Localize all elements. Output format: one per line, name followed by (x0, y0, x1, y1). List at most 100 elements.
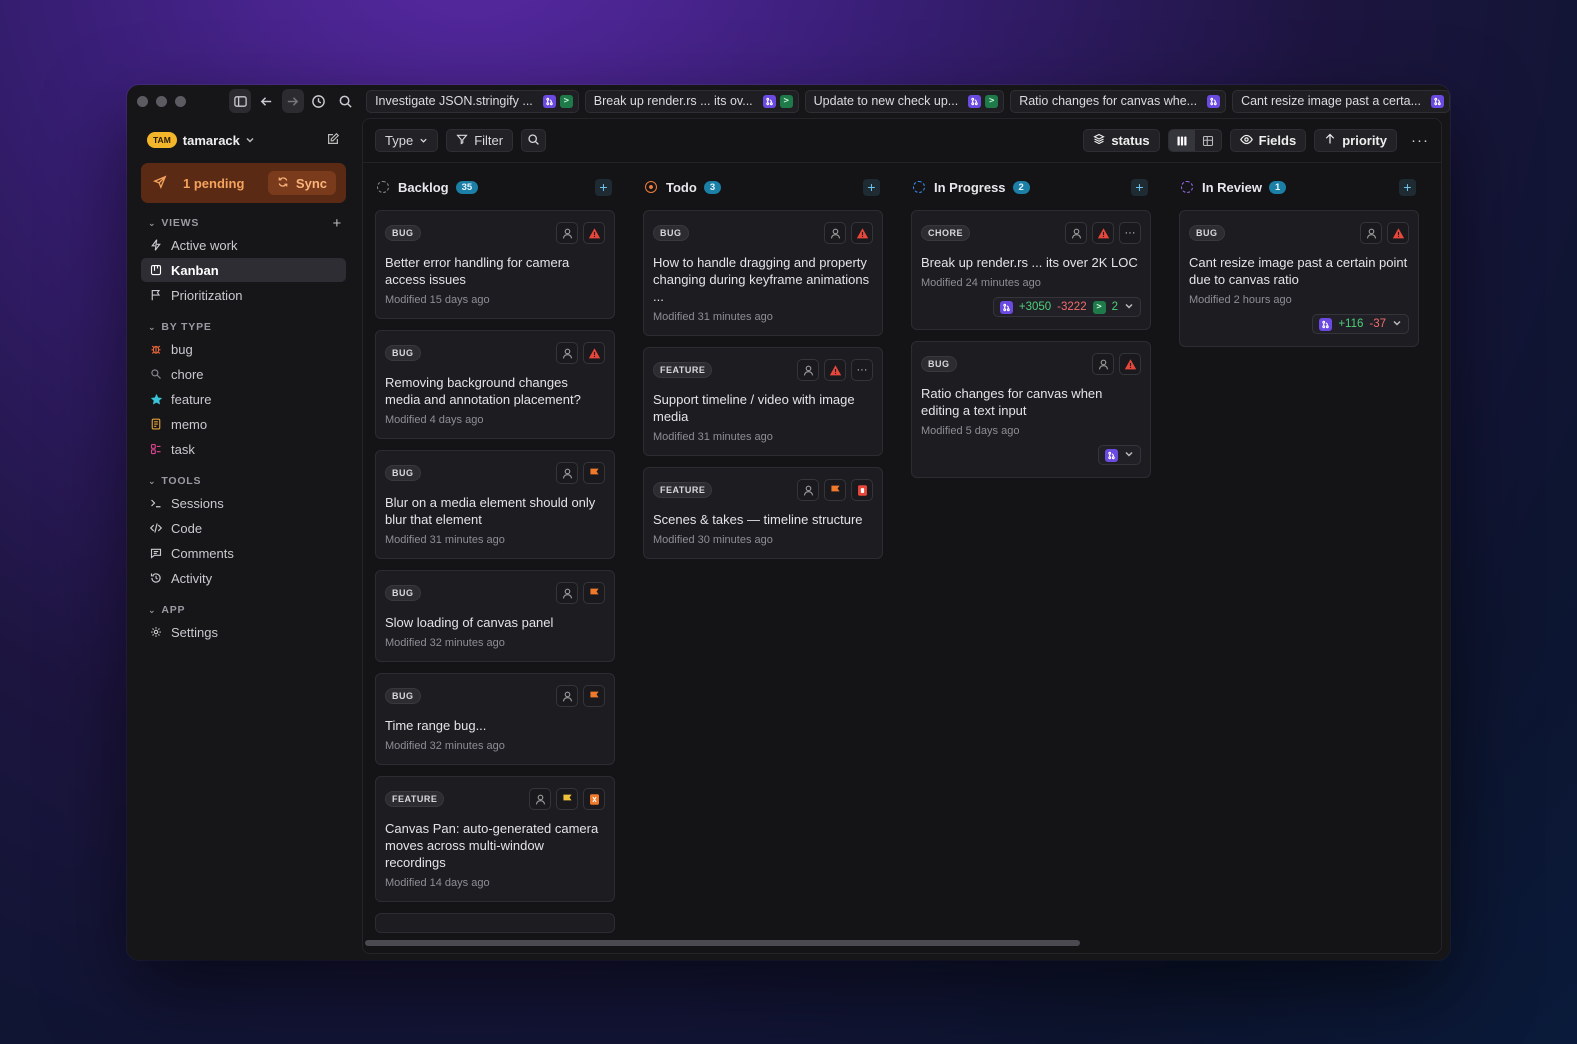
issue-card[interactable]: BUG Removing background changes media and… (375, 330, 615, 439)
pr-status-pill[interactable]: +116 -37 (1312, 314, 1409, 334)
app-section-header[interactable]: ⌄ APP (141, 601, 346, 619)
sidebar-toggle-icon[interactable] (229, 89, 252, 113)
back-arrow-icon[interactable] (255, 89, 277, 113)
priority-urgent-icon[interactable] (583, 342, 605, 364)
add-view-icon[interactable]: + (332, 215, 342, 232)
history-icon[interactable] (308, 89, 330, 113)
sort-priority-button[interactable]: priority (1314, 129, 1397, 152)
type-dropdown[interactable]: Type (375, 129, 439, 152)
assignee-icon[interactable] (824, 222, 846, 244)
minimize-window-button[interactable] (156, 95, 167, 107)
workspace-switcher[interactable]: TAM tamarack (141, 117, 346, 163)
priority-urgent-icon[interactable] (583, 222, 605, 244)
tab-3[interactable]: Update to new check up... > (804, 89, 1005, 113)
kanban-icon (149, 264, 163, 276)
add-card-button[interactable]: + (863, 178, 880, 196)
issue-card[interactable]: FEATURE Scenes & takes — timeline structu… (643, 467, 883, 559)
sidebar-item-task[interactable]: task (141, 437, 346, 461)
compose-icon[interactable] (326, 132, 340, 149)
pr-status-pill[interactable] (1098, 445, 1141, 465)
issue-card[interactable]: BUG Cant resize image past a certain poin… (1179, 210, 1419, 347)
sidebar-item-activity[interactable]: Activity (141, 566, 346, 590)
issue-card[interactable]: FEATURE Canvas Pan: auto-generated camera… (375, 776, 615, 902)
assignee-icon[interactable] (1360, 222, 1382, 244)
grid-view-icon[interactable] (1195, 130, 1221, 151)
tab-1[interactable]: Investigate JSON.stringify ... > (366, 89, 579, 113)
tab-4[interactable]: Ratio changes for canvas whe... (1010, 89, 1227, 113)
issue-card[interactable]: BUG Time range bug... Modified 32 minutes … (375, 673, 615, 765)
status-flag-icon[interactable] (583, 788, 605, 810)
filter-button[interactable]: Filter (446, 129, 514, 152)
fields-button[interactable]: Fields (1229, 129, 1307, 152)
assignee-icon[interactable] (797, 359, 819, 381)
card-modified: Modified 14 days ago (385, 877, 490, 889)
sync-button[interactable]: Sync (267, 171, 336, 195)
issue-card[interactable]: BUG Slow loading of canvas panel Modified … (375, 570, 615, 662)
sidebar-item-prioritization[interactable]: Prioritization (141, 283, 346, 307)
tools-section-header[interactable]: ⌄ TOOLS (141, 472, 346, 490)
priority-urgent-icon[interactable] (824, 359, 846, 381)
sidebar-item-memo[interactable]: memo (141, 412, 346, 436)
issue-card[interactable]: BUG Better error handling for camera acce… (375, 210, 615, 319)
sidebar-item-bug[interactable]: bug (141, 337, 346, 361)
issue-card[interactable]: BUG How to handle dragging and property c… (643, 210, 883, 336)
assignee-icon[interactable] (556, 462, 578, 484)
issue-card[interactable]: BUG Ratio changes for canvas when editing… (911, 341, 1151, 478)
pr-status-pill[interactable]: +3050 -3222 >2 (992, 297, 1141, 317)
close-window-button[interactable] (137, 95, 148, 107)
tab-title: Ratio changes for canvas whe... (1019, 94, 1198, 108)
assignee-icon[interactable] (529, 788, 551, 810)
issue-card[interactable]: FEATURE ··· Support timeline / video with … (643, 347, 883, 456)
columns-view-icon[interactable] (1168, 130, 1195, 151)
views-section-header[interactable]: ⌄ VIEWS + (141, 214, 346, 232)
priority-high-icon[interactable] (583, 685, 605, 707)
more-options-icon[interactable]: ··· (851, 359, 873, 381)
priority-high-icon[interactable] (583, 582, 605, 604)
issue-card-partial[interactable] (375, 913, 615, 933)
section-title: BY TYPE (161, 321, 212, 333)
sidebar-item-settings[interactable]: Settings (141, 620, 346, 644)
assignee-icon[interactable] (556, 685, 578, 707)
assignee-icon[interactable] (1092, 353, 1114, 375)
status-flag-icon[interactable] (851, 479, 873, 501)
sidebar-item-sessions[interactable]: Sessions (141, 491, 346, 515)
sidebar-item-code[interactable]: Code (141, 516, 346, 540)
board-search-button[interactable] (521, 129, 547, 152)
more-options-icon[interactable]: ··· (1119, 222, 1141, 244)
priority-high-icon[interactable] (824, 479, 846, 501)
add-card-button[interactable]: + (595, 178, 612, 196)
sidebar-item-chore[interactable]: chore (141, 362, 346, 386)
sidebar-item-feature[interactable]: feature (141, 387, 346, 411)
issue-card[interactable]: CHORE ··· Break up render.rs ... its over … (911, 210, 1151, 330)
by-type-section-header[interactable]: ⌄ BY TYPE (141, 318, 346, 336)
sidebar-item-comments[interactable]: Comments (141, 541, 346, 565)
add-card-button[interactable]: + (1131, 178, 1148, 196)
issue-card[interactable]: BUG Blur on a media element should only b… (375, 450, 615, 559)
fields-label: Fields (1258, 133, 1297, 148)
priority-urgent-icon[interactable] (1119, 353, 1141, 375)
tab-5[interactable]: Cant resize image past a certa... (1232, 89, 1450, 113)
assignee-icon[interactable] (556, 582, 578, 604)
priority-medium-icon[interactable] (556, 788, 578, 810)
assignee-icon[interactable] (1065, 222, 1087, 244)
tab-2[interactable]: Break up render.rs ... its ov... > (584, 89, 799, 113)
maximize-window-button[interactable] (175, 95, 186, 107)
sidebar-item-label: feature (171, 391, 212, 407)
more-options-icon[interactable]: ··· (1411, 132, 1429, 149)
type-badge: BUG (385, 688, 421, 704)
search-icon[interactable] (334, 89, 356, 113)
forward-arrow-icon[interactable] (281, 89, 304, 113)
assignee-icon[interactable] (556, 222, 578, 244)
priority-urgent-icon[interactable] (1092, 222, 1114, 244)
assignee-icon[interactable] (797, 479, 819, 501)
add-card-button[interactable]: + (1399, 178, 1416, 196)
priority-high-icon[interactable] (583, 462, 605, 484)
sidebar-item-kanban[interactable]: Kanban (141, 258, 346, 282)
sidebar-item-active-work[interactable]: Active work (141, 233, 346, 257)
priority-urgent-icon[interactable] (1387, 222, 1409, 244)
assignee-icon[interactable] (556, 342, 578, 364)
group-by-status-button[interactable]: status (1083, 129, 1160, 152)
column-count-badge: 35 (455, 180, 479, 194)
horizontal-scrollbar[interactable] (365, 940, 1080, 946)
priority-urgent-icon[interactable] (851, 222, 873, 244)
